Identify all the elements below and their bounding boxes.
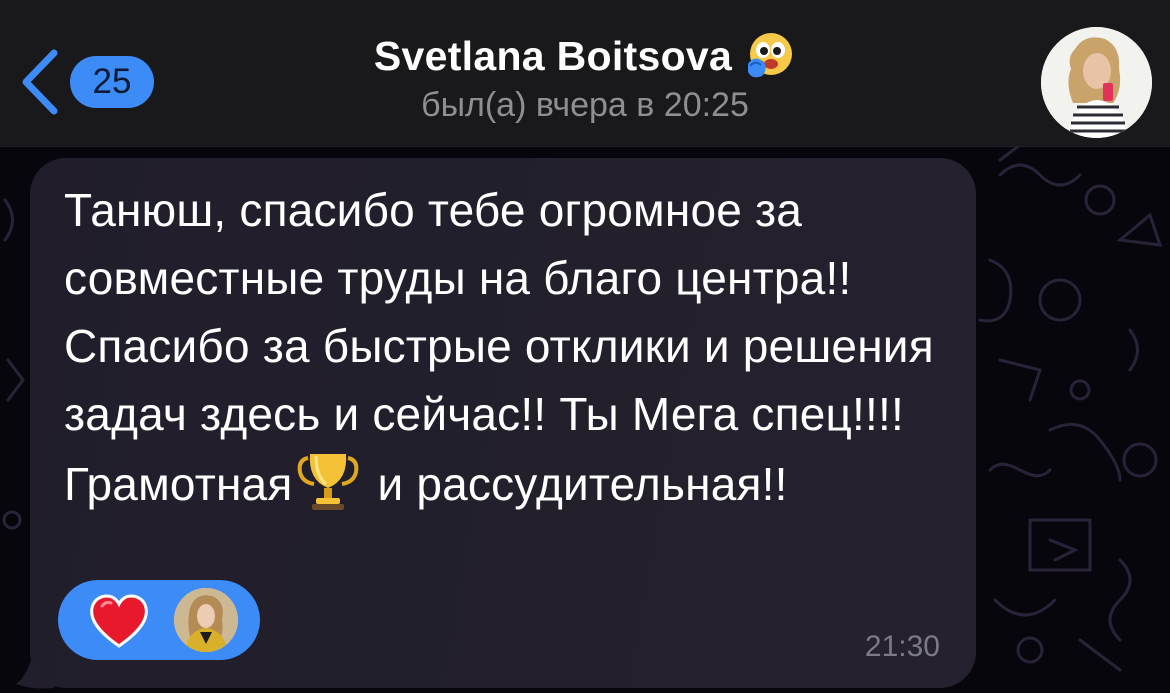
contact-photo xyxy=(1041,27,1152,138)
contact-avatar[interactable] xyxy=(1041,27,1152,138)
reaction-pill[interactable] xyxy=(58,580,260,660)
face-with-hand-over-mouth-emoji-icon xyxy=(748,33,793,78)
chat-header: 25 Svetlana Boitsova был(а) вчера в 20:2… xyxy=(0,0,1170,147)
reaction-user-avatar xyxy=(174,588,238,652)
heart-icon xyxy=(90,594,148,648)
last-seen-status: был(а) вчера в 20:25 xyxy=(421,86,749,124)
trophy-icon xyxy=(298,454,359,510)
chat-screen: 25 Svetlana Boitsova был(а) вчера в 20:2… xyxy=(0,0,1170,693)
message-time: 21:30 xyxy=(864,630,940,663)
message-bubble[interactable]: Танюш, спасибо тебе огромное за совместн… xyxy=(30,158,976,688)
message-text-part-2: и рассудительная!! xyxy=(364,458,788,510)
chat-title-area[interactable]: Svetlana Boitsova был(а) вчера в 20:25 xyxy=(0,30,1170,125)
message-text: Танюш, спасибо тебе огромное за совместн… xyxy=(64,176,964,518)
chat-title: Svetlana Boitsova xyxy=(373,32,733,79)
